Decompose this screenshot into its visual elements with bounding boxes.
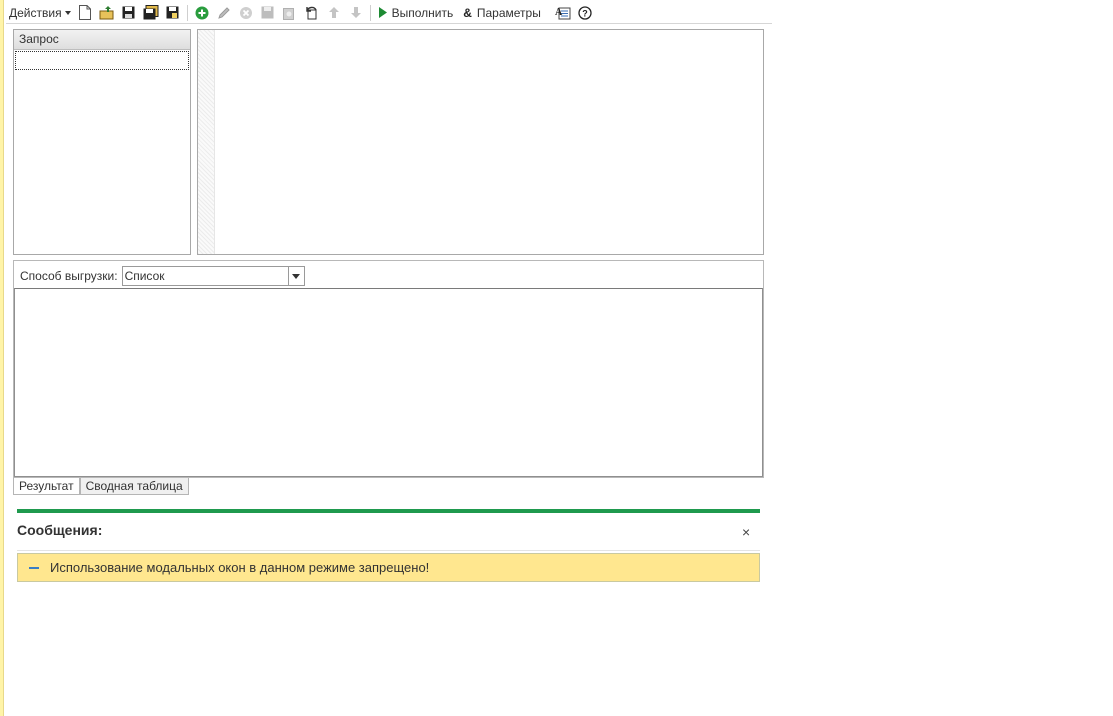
new-document-icon [78,5,91,20]
editor-gutter [198,30,215,254]
save-button[interactable] [118,3,140,23]
result-frame: Способ выгрузки: Список [13,260,764,478]
delete-button[interactable] [235,3,257,23]
message-text: Использование модальных окон в данном ре… [50,560,430,575]
save-disabled-icon [261,6,274,19]
move-up-icon [328,7,339,18]
edit-button[interactable] [213,3,235,23]
query-text-editor[interactable] [197,29,764,255]
query-list-header[interactable]: Запрос [14,30,190,50]
move-up-button[interactable] [323,3,345,23]
help-button[interactable]: ? [574,3,596,23]
svg-text:A: A [555,7,563,18]
messages-divider [17,550,760,551]
save-as-button[interactable] [140,3,162,23]
result-grid[interactable] [14,288,763,477]
parameters-button[interactable]: & Параметры [458,3,546,23]
message-item[interactable]: Использование модальных окон в данном ре… [17,553,760,582]
chevron-down-icon [292,273,301,279]
query-builder-icon: A [555,7,571,20]
parameters-icon: & [463,5,472,20]
tab-pivot-table[interactable]: Сводная таблица [79,478,189,495]
add-icon [195,6,209,19]
query-list-row[interactable] [15,51,189,70]
move-down-button[interactable] [345,3,367,23]
main-toolbar: Действия Выполнить & Параметры A ? [6,2,772,24]
actions-menu-label: Действия [9,5,62,20]
dropdown-button[interactable] [287,267,304,285]
toolbar-separator [369,4,371,21]
parameters-label: Параметры [476,5,541,20]
undo-button[interactable] [301,3,323,23]
undo-icon [306,6,317,20]
add-button[interactable] [191,3,213,23]
save-disabled-button[interactable] [257,3,279,23]
open-button[interactable] [96,3,118,23]
execute-button[interactable]: Выполнить [374,3,459,23]
execute-icon [378,7,387,18]
edit-icon [217,6,230,19]
tab-result[interactable]: Результат [13,478,80,495]
chevron-down-icon [64,10,71,15]
toolbar-separator [186,4,188,21]
unload-method-select[interactable]: Список [121,266,305,286]
left-edge-stripe [0,0,4,716]
query-list-panel: Запрос [13,29,191,255]
execute-label: Выполнить [391,5,454,20]
save-disk-icon [166,6,179,19]
save-disk-button[interactable] [162,3,184,23]
move-down-icon [350,7,361,18]
help-icon: ? [578,5,592,20]
unload-method-label: Способ выгрузки: [20,269,118,283]
copy-disabled-icon [283,7,295,20]
result-tabs: Результат Сводная таблица [13,478,189,495]
svg-text:?: ? [582,8,588,18]
actions-menu[interactable]: Действия [6,3,74,23]
open-icon [99,6,114,20]
messages-title: Сообщения: [17,522,103,538]
unload-method-value: Список [124,269,165,283]
query-builder-button[interactable]: A [552,3,574,23]
unload-method-row: Способ выгрузки: Список [20,266,305,286]
new-document-button[interactable] [74,3,96,23]
copy-disabled-button[interactable] [279,3,301,23]
messages-accent-bar [17,509,760,513]
collapse-icon[interactable] [29,566,39,569]
close-icon[interactable]: × [742,524,750,540]
save-as-icon [143,5,159,20]
save-icon [122,6,135,19]
delete-icon [239,6,252,19]
